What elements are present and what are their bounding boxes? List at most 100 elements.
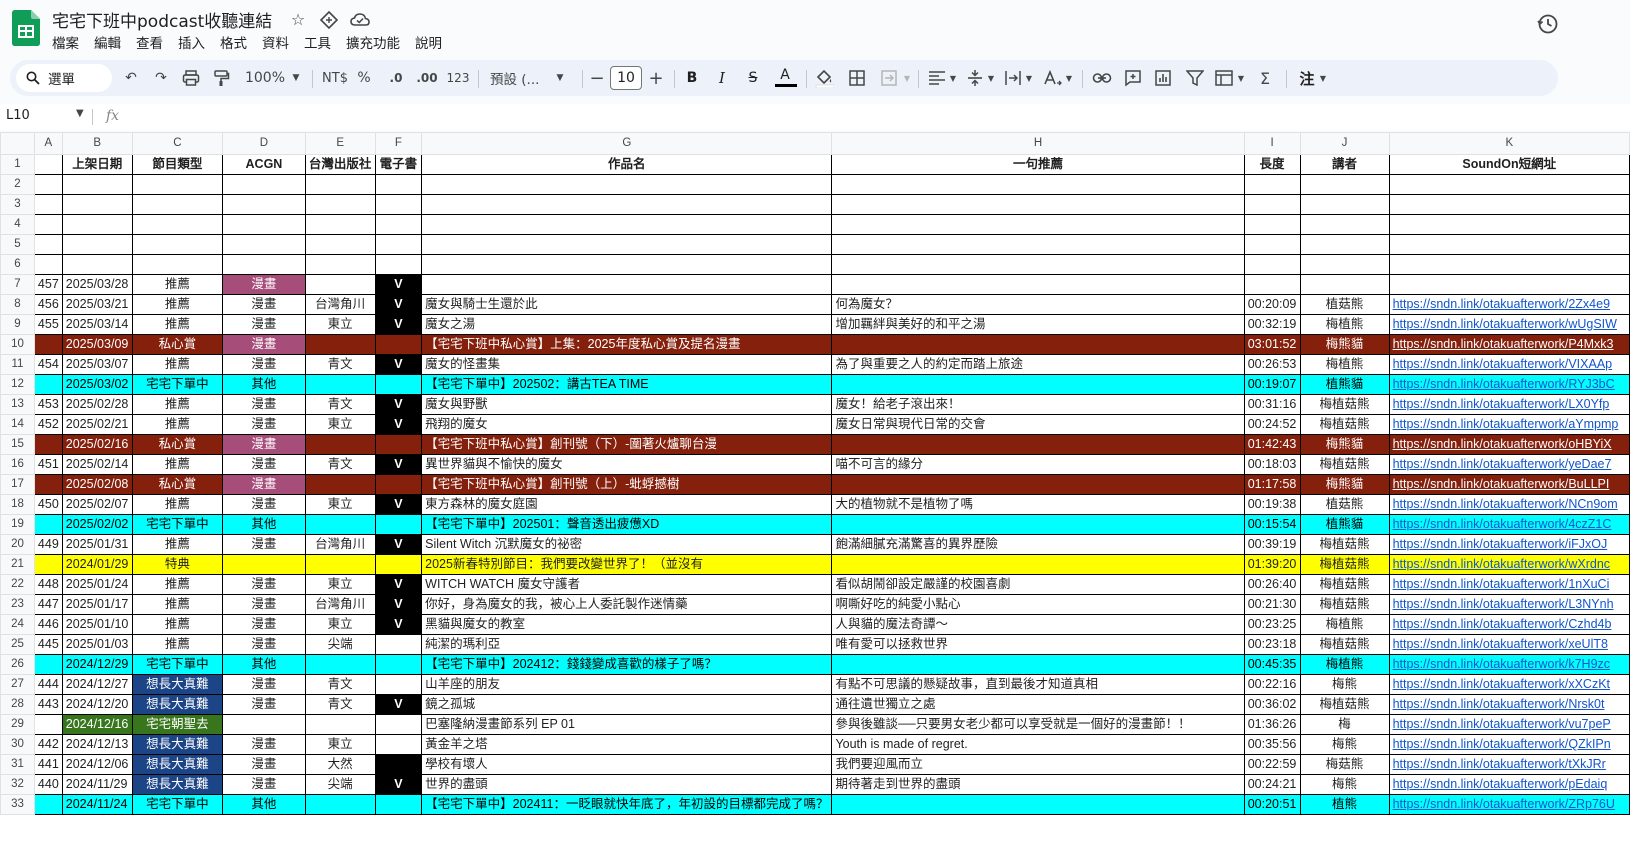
cell-type[interactable]: 想長大真難 — [131, 774, 224, 795]
cell-ebook[interactable]: V — [374, 574, 423, 595]
move-folder-icon[interactable] — [318, 9, 340, 31]
cell-acgn[interactable]: 漫畫 — [222, 734, 306, 755]
cell-acgn[interactable]: 漫畫 — [222, 334, 306, 355]
cell-type[interactable]: 宅宅下單中 — [131, 514, 224, 535]
cell-title[interactable]: 魔女的怪畫集 — [421, 354, 833, 375]
menu-extensions[interactable]: 擴充功能 — [346, 32, 407, 52]
cell-link[interactable]: https://sndn.link/otakuafterwork/2Zx4e9 — [1388, 294, 1630, 315]
cell-title[interactable]: 東方森林的魔女庭園 — [421, 494, 833, 515]
row-number-28[interactable]: 28 — [0, 694, 35, 715]
cell-id[interactable]: 455 — [33, 314, 63, 335]
cell-recommend[interactable] — [831, 254, 1245, 275]
cell-date[interactable]: 2025/03/14 — [61, 314, 133, 335]
cell-link[interactable]: https://sndn.link/otakuafterwork/oHBYiX — [1388, 434, 1630, 455]
cell-id[interactable]: 440 — [33, 774, 63, 795]
cell-id[interactable]: 442 — [33, 734, 63, 755]
row-number-26[interactable]: 26 — [0, 654, 35, 675]
cell-date[interactable]: 2025/01/24 — [61, 574, 133, 595]
cell-publisher[interactable]: 青文 — [304, 674, 376, 695]
cell-speakers[interactable]: 梅熊 — [1299, 674, 1390, 695]
cell-id[interactable]: 443 — [33, 694, 63, 715]
cell-acgn[interactable] — [222, 214, 306, 235]
cell-publisher[interactable]: 東立 — [304, 734, 376, 755]
cell-recommend[interactable]: 為了與重要之人的約定而踏上旅途 — [831, 354, 1245, 375]
cell-acgn[interactable]: 漫畫 — [222, 594, 306, 615]
cell-type[interactable]: 推薦 — [131, 594, 224, 615]
cell-ebook[interactable] — [374, 514, 423, 535]
row-number-24[interactable]: 24 — [0, 614, 35, 635]
cell-ebook[interactable]: V — [374, 694, 423, 715]
cell-speakers[interactable]: 梅熊貓 — [1299, 434, 1390, 455]
cell-length[interactable]: 00:31:16 — [1243, 394, 1301, 415]
cell-speakers[interactable]: 梅植菇熊 — [1299, 414, 1390, 435]
cell-speakers[interactable] — [1299, 234, 1390, 255]
row-number-16[interactable]: 16 — [0, 454, 35, 475]
cell-type[interactable]: 私心賞 — [131, 474, 224, 495]
cell-publisher[interactable] — [304, 274, 376, 295]
cell-id[interactable] — [33, 234, 63, 255]
font-size-input[interactable]: 10 — [610, 66, 642, 90]
column-header-i[interactable]: I — [1243, 132, 1301, 155]
cell-type[interactable]: 推薦 — [131, 394, 224, 415]
cell-title[interactable]: 異世界貓與不愉快的魔女 — [421, 454, 833, 475]
cell-title[interactable]: 世界的盡頭 — [421, 774, 833, 795]
row-number-10[interactable]: 10 — [0, 334, 35, 355]
row-number-32[interactable]: 32 — [0, 774, 35, 795]
cell-date[interactable] — [61, 214, 133, 235]
cell-title[interactable]: 鏡之孤城 — [421, 694, 833, 715]
cell-ebook[interactable]: V — [374, 614, 423, 635]
cell-length[interactable]: 00:22:59 — [1243, 754, 1301, 775]
cell-date[interactable]: 2025/03/02 — [61, 374, 133, 395]
cell-recommend[interactable]: 喵不可言的緣分 — [831, 454, 1245, 475]
cell-acgn[interactable]: 漫畫 — [222, 354, 306, 375]
cell-link[interactable]: https://sndn.link/otakuafterwork/LX0Yfp — [1388, 394, 1630, 415]
cell-publisher[interactable]: 東立 — [304, 614, 376, 635]
decrease-decimal-button[interactable]: .0 — [384, 60, 408, 96]
cell-title[interactable]: WITCH WATCH 魔女守護者 — [421, 574, 833, 595]
cell-recommend[interactable]: 何為魔女？ — [831, 294, 1245, 315]
cell-link[interactable]: https://sndn.link/otakuafterwork/Nrsk0t — [1388, 694, 1630, 715]
cell-recommend[interactable] — [831, 234, 1245, 255]
cell-type[interactable]: 推薦 — [131, 534, 224, 555]
cell-ebook[interactable] — [374, 714, 423, 735]
version-history-icon[interactable] — [1536, 12, 1560, 36]
cell-recommend[interactable]: 我們要迎風而立 — [831, 754, 1245, 775]
cell-speakers[interactable] — [1299, 274, 1390, 295]
cell-title[interactable]: 【宅宅下單中】202412：錢錢變成喜歡的樣子了嗎？ — [421, 654, 833, 675]
cell-acgn[interactable]: 漫畫 — [222, 574, 306, 595]
cell-length[interactable]: 00:15:54 — [1243, 514, 1301, 535]
cell-length[interactable]: 00:23:25 — [1243, 614, 1301, 635]
cell-id[interactable] — [33, 194, 63, 215]
text-color-button[interactable]: A — [774, 60, 796, 96]
merge-chevron-down-icon[interactable]: ▼ — [902, 60, 912, 96]
cell-id[interactable]: 451 — [33, 454, 63, 475]
cell-publisher[interactable] — [304, 554, 376, 575]
cell-length[interactable] — [1243, 254, 1301, 275]
wrap-chevron-down-icon[interactable]: ▼ — [1024, 60, 1034, 96]
cell-link[interactable]: https://sndn.link/otakuafterwork/tXkJRr — [1388, 754, 1630, 775]
cell-title[interactable] — [421, 254, 833, 275]
row-number-5[interactable]: 5 — [0, 234, 35, 255]
filter-views-icon[interactable] — [1214, 69, 1234, 87]
cell-ebook[interactable] — [374, 174, 423, 195]
cell-acgn[interactable]: 漫畫 — [222, 494, 306, 515]
cell-length[interactable]: 00:39:19 — [1243, 534, 1301, 555]
row-number-6[interactable]: 6 — [0, 254, 35, 275]
cell-publisher[interactable] — [304, 254, 376, 275]
cell-title[interactable]: 黃金羊之塔 — [421, 734, 833, 755]
cell-length[interactable]: 00:32:19 — [1243, 314, 1301, 335]
cell-date[interactable] — [61, 194, 133, 215]
cell-id[interactable] — [33, 374, 63, 395]
cell-link[interactable]: https://sndn.link/otakuafterwork/P4Mxk3 — [1388, 334, 1630, 355]
cell-acgn[interactable]: 漫畫 — [222, 454, 306, 475]
cell-id[interactable] — [33, 474, 63, 495]
cell-speakers[interactable] — [1299, 254, 1390, 275]
column-header-g[interactable]: G — [421, 132, 833, 155]
cell-acgn[interactable] — [222, 234, 306, 255]
cell-title[interactable]: 你好，身為魔女的我，被心上人委託製作迷情藥 — [421, 594, 833, 615]
cell-id[interactable]: 441 — [33, 754, 63, 775]
cell-publisher[interactable]: 東立 — [304, 574, 376, 595]
cell-date[interactable]: 2025/01/10 — [61, 614, 133, 635]
header-recommend[interactable]: 一句推薦 — [831, 154, 1245, 175]
cell-link[interactable]: https://sndn.link/otakuafterwork/RYJ3bC — [1388, 374, 1630, 395]
